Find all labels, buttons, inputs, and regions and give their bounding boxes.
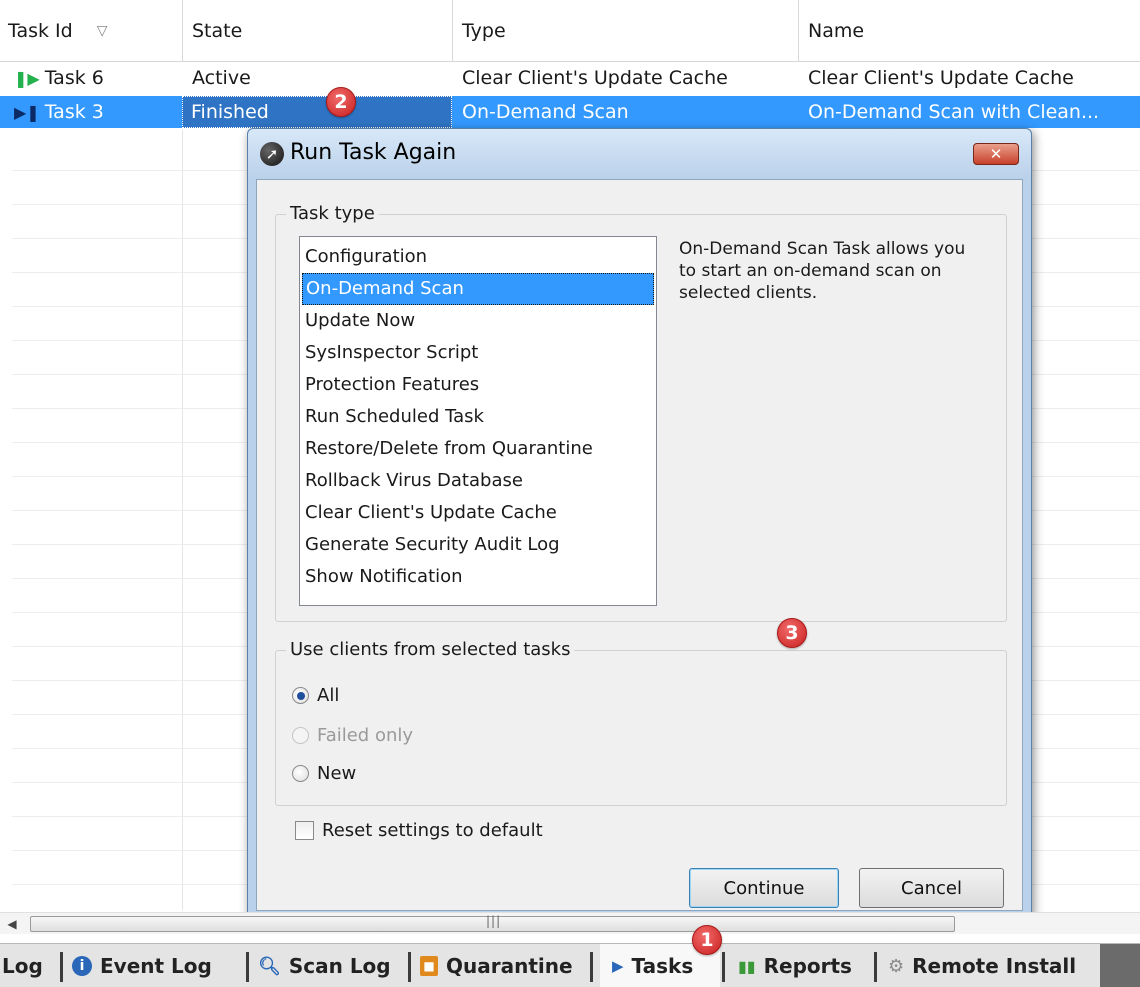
list-item-selected[interactable]: On-Demand Scan — [302, 273, 654, 305]
column-header-label: Name — [808, 20, 865, 42]
step-marker-2: 2 — [326, 87, 356, 117]
table-row[interactable]: ❚▶ Task 6 Active Clear Client's Update C… — [0, 62, 1140, 94]
list-item[interactable]: SysInspector Script — [302, 337, 654, 369]
column-divider[interactable] — [452, 0, 453, 62]
grid-column-line — [182, 130, 183, 910]
task-type-description: On-Demand Scan Task allows you to start … — [679, 239, 966, 303]
list-item[interactable]: Run Scheduled Task — [302, 401, 654, 433]
dialog-titlebar[interactable]: ➚ Run Task Again ✕ — [248, 129, 1031, 179]
tab-divider — [60, 952, 63, 982]
list-item[interactable]: Clear Client's Update Cache — [302, 497, 654, 529]
tab-scan-log[interactable]: 🔍︎ Scan Log — [258, 944, 418, 987]
clients-legend: Use clients from selected tasks — [286, 639, 575, 660]
column-header-name[interactable]: Name — [800, 0, 1140, 62]
run-arrow-icon: ➚ — [260, 142, 284, 166]
name-cell: On-Demand Scan with Clean... — [808, 101, 1100, 123]
tab-divider — [874, 952, 877, 982]
close-icon: ✕ — [989, 145, 1003, 163]
column-header-type[interactable]: Type — [454, 0, 798, 62]
tab-label: Remote Install — [912, 954, 1077, 978]
tab-divider — [590, 952, 593, 982]
gear-icon: ⚙ — [888, 955, 905, 977]
grid-header: Task Id ▽ State Type Name — [0, 0, 1140, 62]
info-icon: i — [72, 956, 92, 976]
reset-settings-checkbox[interactable] — [295, 821, 314, 840]
task-id-text: Task 6 — [44, 67, 104, 89]
radio-all[interactable]: All — [292, 685, 339, 706]
cancel-button[interactable]: Cancel — [859, 868, 1004, 908]
list-item[interactable]: Generate Security Audit Log — [302, 529, 654, 561]
tab-divider — [246, 952, 249, 982]
clients-group: Use clients from selected tasks All Fail… — [275, 639, 1007, 806]
tab-label: Scan Log — [288, 954, 391, 978]
reset-settings-checkbox-row[interactable]: Reset settings to default — [295, 820, 543, 841]
sort-descending-icon: ▽ — [96, 23, 108, 39]
scrollbar-thumb[interactable]: ||| — [30, 914, 955, 932]
list-item[interactable]: Rollback Virus Database — [302, 465, 654, 497]
step-marker-3: 3 — [777, 618, 807, 648]
column-header-task-id[interactable]: Task Id ▽ — [0, 0, 182, 62]
run-task-again-dialog: ➚ Run Task Again ✕ Task type Configurati… — [247, 128, 1032, 918]
radio-label: All — [317, 685, 340, 706]
tab-label: Log — [2, 954, 43, 978]
radio-label: New — [317, 763, 357, 784]
column-header-label: Type — [462, 20, 506, 42]
column-header-state[interactable]: State — [184, 0, 452, 62]
radio-label: Failed only — [317, 725, 414, 746]
bottom-tab-bar: Log i Event Log 🔍︎ Scan Log ■ Quarantine… — [0, 943, 1140, 987]
grip-icon: ||| — [486, 914, 502, 928]
task-type-legend: Task type — [286, 203, 379, 224]
type-cell: On-Demand Scan — [462, 101, 629, 123]
play-icon: ❚▶ — [14, 68, 40, 88]
list-item[interactable]: Restore/Delete from Quarantine — [302, 433, 654, 465]
dialog-body: Task type Configuration On-Demand Scan U… — [256, 179, 1023, 911]
radio-failed-only: Failed only — [292, 725, 413, 746]
dialog-title: Run Task Again — [290, 140, 457, 165]
type-cell: Clear Client's Update Cache — [462, 67, 728, 89]
tab-log[interactable]: Log — [0, 944, 60, 987]
bar-chart-icon: ▮▮ — [738, 956, 756, 976]
task-id-cell: ❚▶ Task 6 — [0, 62, 182, 94]
tab-label: Tasks — [631, 954, 694, 978]
reset-settings-label: Reset settings to default — [322, 820, 543, 841]
tab-quarantine[interactable]: ■ Quarantine — [420, 944, 588, 987]
name-cell: Clear Client's Update Cache — [808, 67, 1074, 89]
horizontal-scrollbar[interactable]: ◀ ||| — [0, 912, 1140, 934]
task-id-cell: ▶❚ Task 3 — [0, 96, 182, 128]
task-type-list[interactable]: Configuration On-Demand Scan Update Now … — [299, 236, 657, 606]
tab-event-log[interactable]: i Event Log — [72, 944, 244, 987]
tab-bar-end — [1100, 944, 1140, 987]
list-item[interactable]: Configuration — [302, 241, 654, 273]
scroll-left-arrow-icon[interactable]: ◀ — [2, 915, 22, 933]
magnifier-icon: 🔍︎ — [258, 955, 281, 977]
tab-reports[interactable]: ▮▮ Reports — [738, 944, 868, 987]
radio-button-disabled — [292, 727, 309, 744]
column-header-label: Task Id — [8, 20, 73, 42]
close-button[interactable]: ✕ — [973, 143, 1019, 165]
state-cell: Finished — [182, 96, 452, 128]
column-divider[interactable] — [182, 0, 183, 62]
column-header-label: State — [192, 20, 243, 42]
radio-button-checked[interactable] — [292, 687, 309, 704]
finished-icon: ▶❚ — [14, 102, 40, 122]
lock-icon: ■ — [420, 956, 438, 976]
tab-label: Reports — [763, 954, 852, 978]
list-item[interactable]: Show Notification — [302, 561, 654, 593]
list-item[interactable]: Protection Features — [302, 369, 654, 401]
continue-button[interactable]: Continue — [689, 868, 839, 908]
state-cell: Active — [192, 67, 251, 89]
list-item[interactable]: Update Now — [302, 305, 654, 337]
tab-divider — [722, 952, 725, 982]
radio-new[interactable]: New — [292, 763, 356, 784]
column-divider[interactable] — [798, 0, 799, 62]
tab-remote-install[interactable]: ⚙ Remote Install — [888, 944, 1100, 987]
task-id-text: Task 3 — [44, 101, 104, 123]
table-row-selected[interactable]: ▶❚ Task 3 Finished On-Demand Scan On-Dem… — [0, 96, 1140, 128]
tab-label: Event Log — [100, 954, 212, 978]
tab-label: Quarantine — [446, 954, 573, 978]
play-icon: ▶ — [612, 957, 624, 975]
radio-button[interactable] — [292, 765, 309, 782]
tab-divider — [408, 952, 411, 982]
step-marker-1: 1 — [692, 925, 722, 955]
